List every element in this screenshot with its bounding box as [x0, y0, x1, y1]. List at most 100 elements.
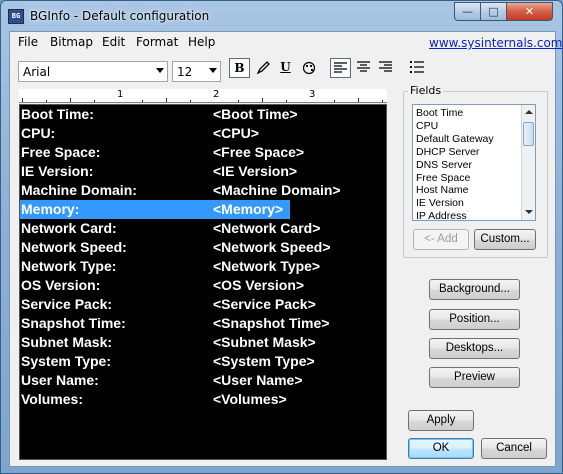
apply-button[interactable]: Apply [408, 410, 474, 431]
menu-file[interactable]: File [18, 35, 38, 49]
palette-icon [302, 61, 315, 75]
editor-row[interactable]: Service Pack: <Service Pack> [20, 295, 386, 314]
menu-format[interactable]: Format [136, 35, 178, 49]
underline-button[interactable]: U [275, 58, 296, 78]
editor-row[interactable]: OS Version: <OS Version> [20, 276, 386, 295]
fields-list-item[interactable]: Host Name [416, 184, 469, 196]
font-select-value: Arial [23, 65, 51, 79]
pen-icon [256, 61, 270, 74]
editor-row-field: <OS Version> [213, 277, 305, 293]
ruler-label: 1 [117, 89, 124, 100]
editor-row[interactable]: IE Version: <IE Version> [20, 162, 386, 181]
italic-button[interactable] [252, 58, 273, 78]
menu-edit[interactable]: Edit [102, 35, 125, 49]
editor-row-label: Snapshot Time: [21, 315, 126, 331]
bullets-button[interactable] [406, 58, 427, 78]
fields-list-item[interactable]: Default Gateway [416, 133, 494, 145]
editor-row[interactable]: Network Type: <Network Type> [20, 257, 386, 276]
font-select[interactable]: Arial [18, 61, 168, 82]
editor-row-field: <Boot Time> [213, 106, 298, 122]
title-bar[interactable]: BG BGInfo - Default configuration — □ ✕ [1, 1, 562, 31]
fields-list-item[interactable]: DHCP Server [416, 146, 479, 158]
editor-row-label: Memory: [21, 201, 80, 217]
menu-help[interactable]: Help [188, 35, 215, 49]
editor-row-field: <Machine Domain> [213, 182, 341, 198]
editor-row-field: <Service Pack> [213, 296, 316, 312]
scroll-thumb[interactable] [523, 122, 534, 146]
cancel-button[interactable]: Cancel [481, 438, 547, 459]
editor-row-label: Network Card: [21, 220, 117, 236]
editor-row[interactable]: Network Card: <Network Card> [20, 219, 386, 238]
editor-row-field: <IE Version> [213, 163, 298, 179]
client-area: File Bitmap Edit Format Help www.sysinte… [9, 31, 563, 467]
editor-row-field: <Subnet Mask> [213, 334, 316, 350]
align-right-button[interactable] [375, 58, 396, 78]
align-center-button[interactable] [353, 58, 374, 78]
minimize-button[interactable]: — [454, 2, 481, 21]
editor-row[interactable]: Free Space: <Free Space> [20, 143, 386, 162]
ruler: 1 2 3 [19, 89, 387, 103]
scroll-up-icon[interactable] [525, 110, 533, 114]
background-button[interactable]: Background... [429, 279, 520, 300]
editor-row[interactable]: Snapshot Time: <Snapshot Time> [20, 314, 386, 333]
editor-row[interactable]: Network Speed: <Network Speed> [20, 238, 386, 257]
maximize-button[interactable]: □ [480, 2, 507, 21]
editor-row-label: CPU: [21, 125, 56, 141]
editor-row-label: IE Version: [21, 163, 94, 179]
fields-list-item[interactable]: Free Space [416, 172, 470, 184]
editor-row-field: <Network Speed> [213, 239, 331, 255]
scroll-down-icon[interactable] [525, 210, 533, 214]
fields-list[interactable]: Boot Time CPU Default Gateway DHCP Server DN… [412, 104, 536, 221]
ruler-label: 3 [309, 89, 316, 100]
editor-row-label: User Name: [21, 372, 99, 388]
chevron-down-icon [209, 68, 217, 73]
size-select[interactable]: 12 [172, 61, 221, 82]
editor-row[interactable]: System Type: <System Type> [20, 352, 386, 371]
custom-button[interactable]: Custom... [474, 229, 536, 250]
editor-row-label: Network Speed: [21, 239, 127, 255]
window-title: BGInfo - Default configuration [30, 9, 210, 23]
editor-row[interactable]: User Name: <User Name> [20, 371, 386, 390]
ok-button[interactable]: OK [408, 438, 474, 459]
info-editor[interactable]: Boot Time: <Boot Time> CPU: <CPU> Free Space… [19, 104, 387, 460]
chevron-down-icon [156, 68, 164, 73]
editor-row-label: Network Type: [21, 258, 117, 274]
editor-row[interactable]: Volumes: <Volumes> [20, 390, 386, 409]
editor-row-label: OS Version: [21, 277, 101, 293]
menu-bar: File Bitmap Edit Format Help www.sysinte… [10, 32, 563, 53]
bullet-list-icon [409, 61, 424, 73]
fields-list-item[interactable]: DNS Server [416, 159, 472, 171]
size-select-value: 12 [177, 65, 193, 79]
editor-row-field: <Memory> [213, 201, 284, 217]
editor-row[interactable]: Memory: <Memory> [20, 200, 386, 219]
fields-list-item[interactable]: IE Version [416, 197, 464, 209]
fields-list-item[interactable]: Boot Time [416, 107, 463, 119]
editor-row-label: Volumes: [21, 391, 83, 407]
editor-row-label: Machine Domain: [21, 182, 137, 198]
editor-row-field: <Network Type> [213, 258, 321, 274]
fields-list-item[interactable]: CPU [416, 120, 438, 132]
editor-row[interactable]: Machine Domain: <Machine Domain> [20, 181, 386, 200]
close-button[interactable]: ✕ [506, 2, 553, 21]
desktops-button[interactable]: Desktops... [429, 338, 520, 359]
align-left-button[interactable] [330, 58, 351, 78]
fields-list-item[interactable]: IP Address [416, 210, 467, 220]
list-scrollbar[interactable] [521, 105, 535, 220]
align-center-icon [357, 61, 370, 72]
editor-row-label: System Type: [21, 353, 111, 369]
bold-button[interactable]: B [229, 58, 250, 78]
sysinternals-link[interactable]: www.sysinternals.com [429, 36, 563, 50]
text-color-button[interactable] [298, 58, 319, 78]
position-button[interactable]: Position... [429, 309, 520, 330]
editor-row[interactable]: CPU: <CPU> [20, 124, 386, 143]
editor-row-label: Boot Time: [21, 106, 94, 122]
preview-button[interactable]: Preview [429, 367, 520, 388]
app-icon: BG [8, 9, 24, 24]
editor-row-field: <CPU> [213, 125, 259, 141]
editor-row[interactable]: Subnet Mask: <Subnet Mask> [20, 333, 386, 352]
add-button[interactable]: <- Add [413, 229, 469, 250]
menu-bitmap[interactable]: Bitmap [50, 35, 93, 49]
editor-row-label: Free Space: [21, 144, 101, 160]
editor-row[interactable]: Boot Time: <Boot Time> [20, 105, 386, 124]
editor-row-field: <User Name> [213, 372, 303, 388]
